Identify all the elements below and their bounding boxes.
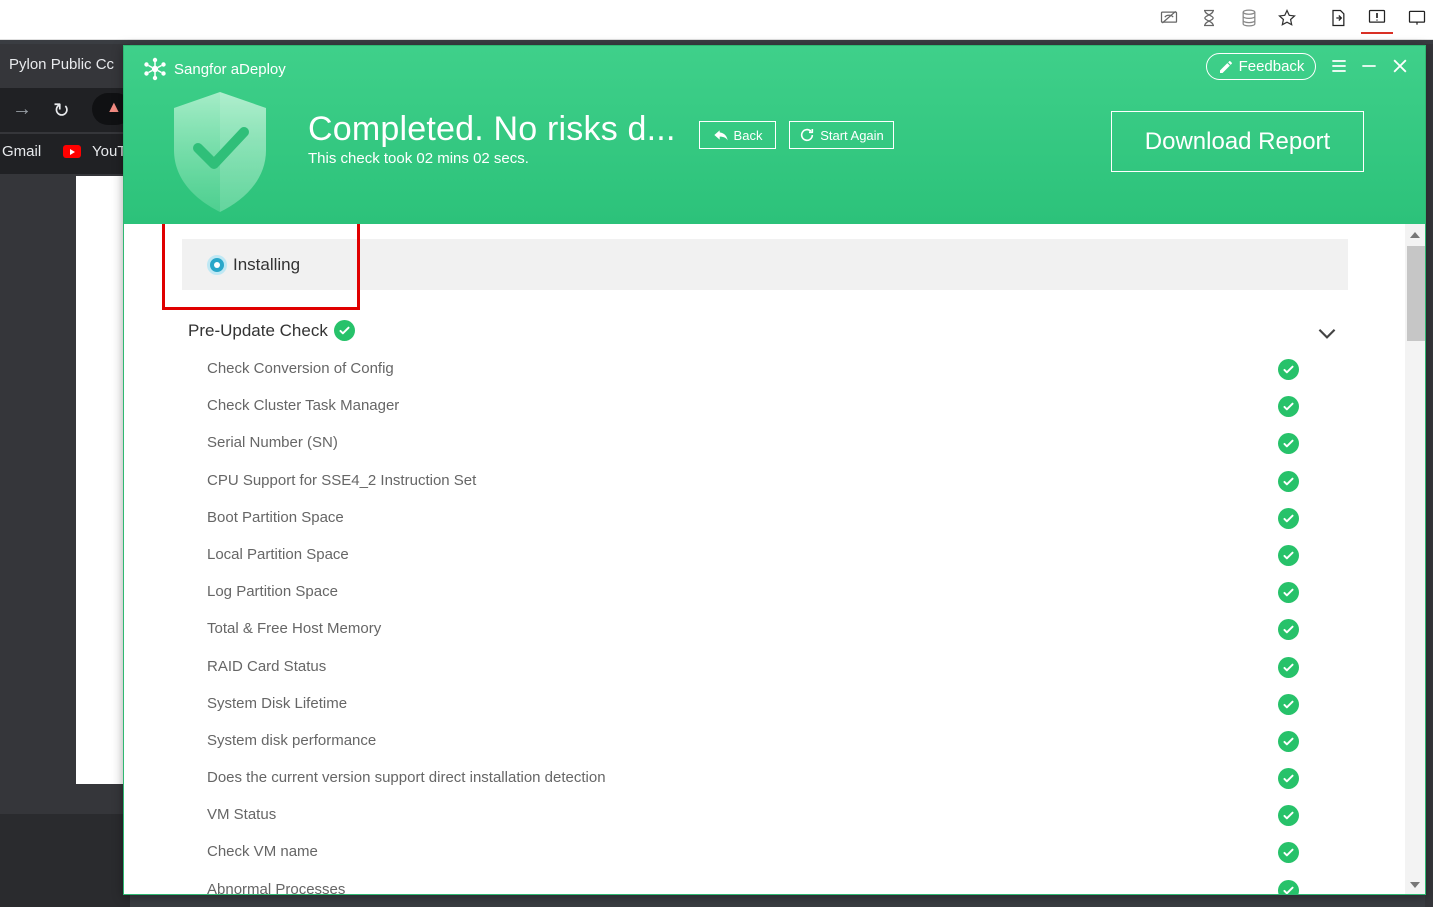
check-item-label: System Disk Lifetime (207, 694, 348, 712)
start-again-label: Start Again (820, 127, 884, 143)
pencil-icon (1219, 60, 1232, 73)
list-item: CPU Support for SSE4_2 Instruction Set (124, 466, 1405, 503)
list-item: Log Partition Space (124, 577, 1405, 614)
refresh-icon (801, 128, 814, 142)
bookmark-gmail[interactable]: Gmail (2, 143, 41, 160)
eye-off-icon[interactable] (1156, 6, 1182, 30)
check-item-label: Local Partition Space (207, 545, 349, 563)
database-icon[interactable] (1236, 6, 1262, 30)
installing-indicator-icon (207, 255, 227, 275)
check-item-label: Total & Free Host Memory (207, 620, 382, 638)
list-item: Check Conversion of Config (124, 354, 1405, 391)
list-item: RAID Card Status (124, 652, 1405, 689)
check-icon (1278, 507, 1299, 529)
back-arrow-icon (713, 130, 728, 141)
back-button[interactable]: Back (699, 121, 776, 149)
check-icon (1278, 842, 1299, 864)
status-subtitle: This check took 02 mins 02 secs. (308, 150, 529, 167)
shield-check-icon (174, 92, 266, 212)
check-icon (1278, 619, 1299, 641)
check-icon (1278, 656, 1299, 678)
check-item-label: VM Status (207, 806, 277, 824)
install-status-bar: Installing (182, 239, 1348, 290)
section-title: Pre-Update Check (188, 320, 328, 340)
scroll-up-icon[interactable] (1410, 232, 1420, 238)
list-item: VM Status (124, 800, 1405, 837)
check-icon (333, 320, 355, 341)
display-icon[interactable] (1404, 6, 1430, 30)
check-item-label: Boot Partition Space (207, 508, 344, 526)
check-icon (1278, 582, 1299, 604)
check-item-label: Check Cluster Task Manager (207, 397, 400, 415)
star-icon[interactable] (1274, 6, 1300, 30)
check-icon (1278, 433, 1299, 455)
app-header: Sangfor aDeploy Feedback Completed. No r… (124, 46, 1425, 224)
list-item: Abnormal Processes (124, 875, 1405, 895)
active-tab-indicator (1361, 32, 1393, 34)
check-item-label: Log Partition Space (207, 583, 338, 601)
check-icon (1278, 879, 1299, 894)
adeploy-window: Sangfor aDeploy Feedback Completed. No r… (123, 45, 1426, 895)
check-icon (1278, 805, 1299, 827)
list-item: Local Partition Space (124, 540, 1405, 577)
feedback-label: Feedback (1238, 58, 1305, 75)
list-item: Does the current version support direct … (124, 763, 1405, 800)
background-page (76, 176, 130, 784)
list-item: Check Cluster Task Manager (124, 391, 1405, 428)
background-lower (0, 814, 130, 907)
feedback-button[interactable]: Feedback (1206, 53, 1316, 80)
check-icon (1278, 396, 1299, 418)
check-item-label: Does the current version support direct … (207, 769, 606, 787)
section-header[interactable]: Pre-Update Check (188, 320, 355, 341)
download-report-button[interactable]: Download Report (1111, 111, 1364, 172)
check-icon (1278, 768, 1299, 790)
check-icon (1278, 470, 1299, 492)
background-right-edge (1425, 44, 1433, 907)
check-item-label: RAID Card Status (207, 657, 327, 675)
browser-toolbar (0, 0, 1433, 40)
check-item-label: System disk performance (207, 731, 377, 749)
check-icon (1278, 730, 1299, 752)
brand: Sangfor aDeploy (142, 56, 286, 82)
hourglass-icon[interactable] (1196, 6, 1222, 30)
check-item-label: CPU Support for SSE4_2 Instruction Set (207, 471, 477, 489)
list-item: Total & Free Host Memory (124, 614, 1405, 651)
scrollbar[interactable] (1405, 224, 1425, 894)
file-arrow-icon[interactable] (1325, 6, 1351, 30)
check-item-label: Abnormal Processes (207, 880, 346, 895)
list-item: Boot Partition Space (124, 503, 1405, 540)
sangfor-logo-icon (144, 57, 166, 81)
scroll-thumb[interactable] (1407, 246, 1425, 341)
start-again-button[interactable]: Start Again (789, 121, 894, 149)
browser-tab-title[interactable]: Pylon Public Cc (9, 56, 119, 73)
forward-icon[interactable]: → (12, 98, 32, 121)
chevron-down-icon[interactable] (1314, 320, 1340, 346)
list-item: Serial Number (SN) (124, 428, 1405, 465)
minimize-icon[interactable] (1357, 54, 1381, 78)
check-icon (1278, 359, 1299, 380)
check-icon (1278, 693, 1299, 715)
youtube-icon (63, 145, 81, 158)
menu-icon[interactable] (1327, 54, 1351, 78)
check-results-panel: Installing Pre-Update Check Check Conver… (124, 224, 1405, 895)
install-status-label: Installing (233, 255, 301, 274)
check-item-label: Serial Number (SN) (207, 434, 338, 452)
check-icon (1278, 544, 1299, 566)
reload-icon[interactable]: ↻ (53, 98, 70, 123)
list-item: System Disk Lifetime (124, 689, 1405, 726)
check-item-label: Check Conversion of Config (207, 360, 394, 377)
status-title: Completed. No risks d... (308, 110, 676, 148)
brand-name: Sangfor aDeploy (174, 60, 286, 78)
list-item: Check VM name (124, 837, 1405, 874)
list-item: System disk performance (124, 726, 1405, 763)
scroll-down-icon[interactable] (1410, 882, 1420, 888)
check-items-list: Check Conversion of Config Check Cluster … (124, 354, 1405, 895)
check-item-label: Check VM name (207, 843, 318, 861)
back-label: Back (733, 127, 763, 143)
notification-icon[interactable] (1364, 6, 1390, 30)
close-icon[interactable] (1388, 54, 1412, 78)
